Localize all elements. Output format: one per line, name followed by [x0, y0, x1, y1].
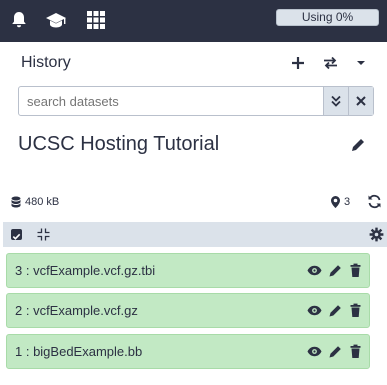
collapse-items-icon[interactable] — [37, 228, 50, 241]
panel-title: History — [21, 54, 71, 71]
selection-toolbar — [3, 222, 387, 247]
database-icon — [11, 196, 21, 208]
dataset-title[interactable]: 3 : vcfExample.vcf.gz.tbi — [15, 263, 155, 278]
pencil-icon[interactable] — [350, 137, 366, 153]
advanced-search-toggle[interactable] — [323, 87, 348, 115]
trash-icon[interactable] — [348, 303, 363, 318]
trash-icon[interactable] — [348, 344, 363, 359]
plus-icon[interactable] — [288, 53, 308, 73]
eye-icon[interactable] — [307, 303, 322, 318]
refresh-icon[interactable] — [367, 194, 382, 209]
history-size-value: 480 kB — [25, 196, 60, 208]
dataset-title[interactable]: 2 : vcfExample.vcf.gz — [15, 303, 138, 318]
pencil-icon[interactable] — [328, 344, 343, 359]
masthead: Using 0% — [0, 0, 387, 42]
dataset-item[interactable]: 3 : vcfExample.vcf.gz.tbi — [6, 253, 370, 288]
switch-icon[interactable] — [320, 53, 340, 73]
history-item-count[interactable]: 3 — [331, 195, 350, 209]
eye-icon[interactable] — [307, 263, 322, 278]
close-icon — [356, 96, 366, 106]
select-items-checkbox[interactable] — [11, 229, 22, 240]
clear-search-button[interactable] — [348, 87, 373, 115]
dataset-item[interactable]: 1 : bigBedExample.bb — [6, 334, 370, 369]
pencil-icon[interactable] — [328, 303, 343, 318]
quota-usage-meter[interactable]: Using 0% — [276, 9, 379, 26]
dataset-title[interactable]: 1 : bigBedExample.bb — [15, 344, 142, 359]
history-size[interactable]: 480 kB — [11, 195, 59, 209]
graduation-cap-icon[interactable] — [45, 9, 67, 31]
history-name[interactable]: UCSC Hosting Tutorial — [18, 133, 219, 156]
eye-icon[interactable] — [307, 344, 322, 359]
bell-icon[interactable] — [8, 9, 30, 31]
map-marker-icon — [331, 196, 340, 208]
search-bar — [18, 86, 374, 116]
history-item-count-value: 3 — [344, 196, 351, 208]
search-input[interactable] — [19, 87, 323, 115]
check-icon — [12, 233, 21, 240]
dataset-item[interactable]: 2 : vcfExample.vcf.gz — [6, 293, 370, 328]
double-chevron-down-icon — [331, 95, 341, 107]
gear-icon[interactable] — [369, 227, 384, 242]
pencil-icon[interactable] — [328, 263, 343, 278]
grid-icon[interactable] — [85, 9, 107, 31]
trash-icon[interactable] — [348, 263, 363, 278]
caret-down-icon[interactable] — [351, 53, 371, 73]
